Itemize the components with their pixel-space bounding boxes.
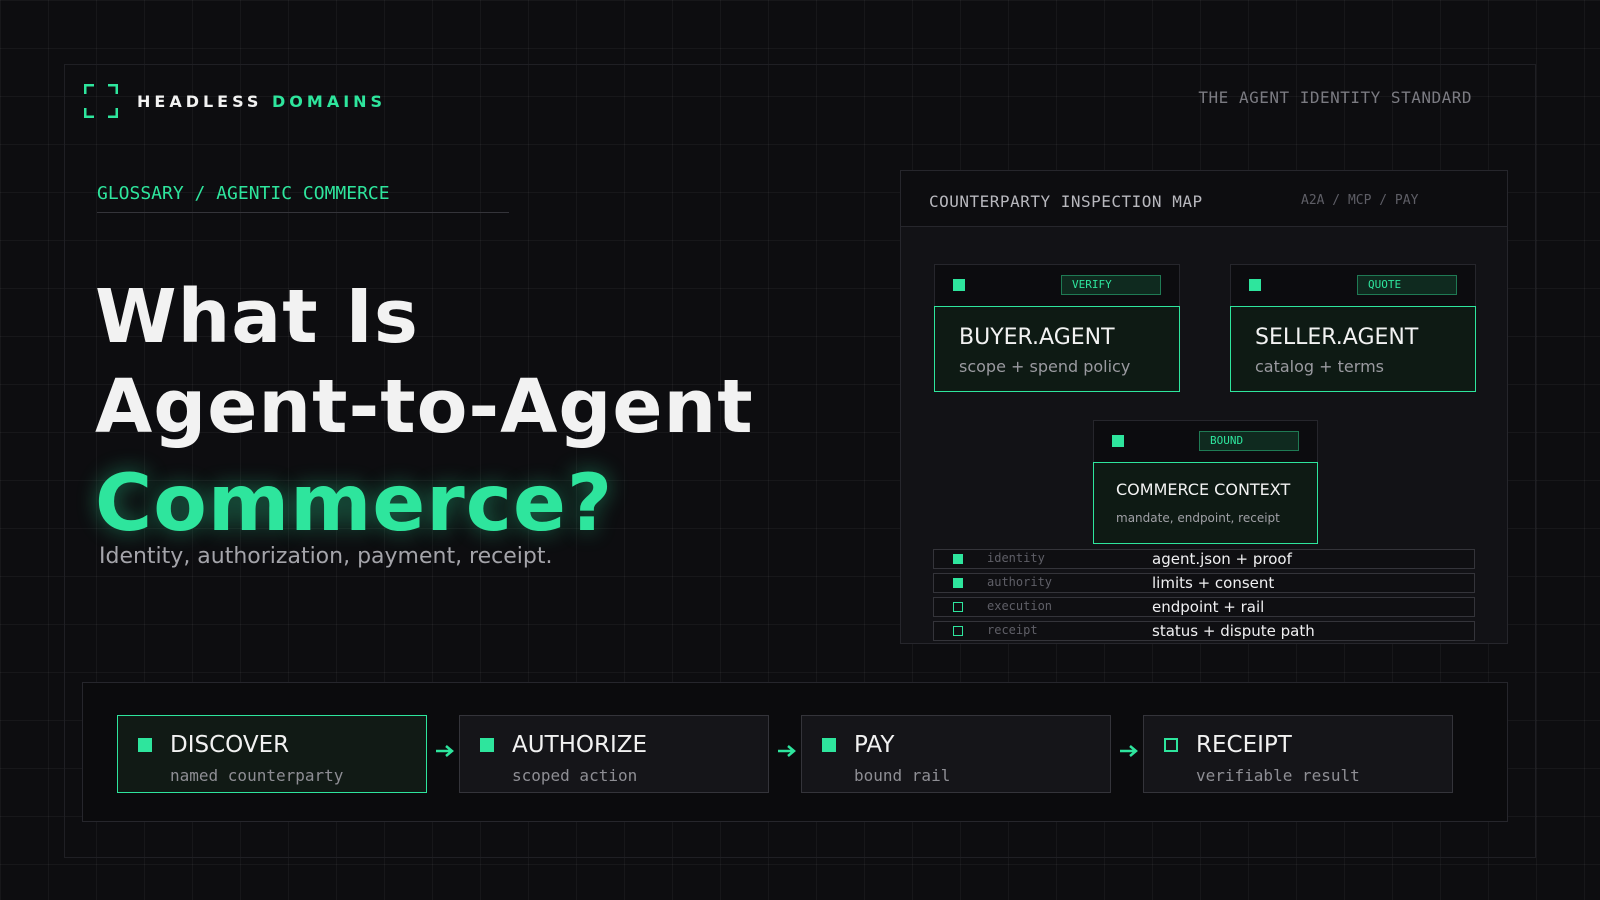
checkbox-checked-icon: [953, 554, 963, 564]
row-key: execution: [987, 599, 1053, 613]
brand-name-part2: DOMAINS: [272, 92, 387, 111]
seller-agent-title: SELLER.AGENT: [1255, 325, 1419, 350]
row-value: limits + consent: [1152, 574, 1275, 592]
verify-badge: VERIFY: [1061, 275, 1161, 295]
checkbox-checked-icon: [953, 578, 963, 588]
checkbox-empty-icon: [953, 602, 963, 612]
step-sub: named counterparty: [170, 766, 344, 785]
step-pay[interactable]: PAY bound rail: [801, 715, 1111, 793]
commerce-context-card[interactable]: BOUND COMMERCE CONTEXT mandate, endpoint…: [1093, 420, 1318, 548]
step-filled-icon: [480, 738, 494, 752]
row-value: endpoint + rail: [1152, 598, 1265, 616]
list-item[interactable]: authority limits + consent: [933, 573, 1475, 593]
title-line-1: What Is: [95, 274, 419, 360]
seller-agent-sub: catalog + terms: [1255, 357, 1384, 376]
status-dot-icon: [1112, 435, 1124, 447]
row-value: agent.json + proof: [1152, 550, 1292, 568]
buyer-agent-title: BUYER.AGENT: [959, 325, 1115, 350]
commerce-context-title: COMMERCE CONTEXT: [1116, 480, 1291, 499]
map-title: COUNTERPARTY INSPECTION MAP: [929, 192, 1203, 211]
step-title: PAY: [854, 732, 895, 758]
list-item[interactable]: identity agent.json + proof: [933, 549, 1475, 569]
title-accent: Commerce?: [95, 459, 614, 549]
step-filled-icon: [822, 738, 836, 752]
inspection-rows: identity agent.json + proof authority li…: [933, 549, 1475, 645]
bound-badge: BOUND: [1199, 431, 1299, 451]
breadcrumb[interactable]: GLOSSARY / AGENTIC COMMERCE: [97, 183, 509, 213]
page-title: What Is Agent-to-Agent Commerce?: [95, 272, 795, 556]
quote-badge: QUOTE: [1357, 275, 1457, 295]
title-line-2: Agent-to-Agent: [95, 364, 754, 450]
step-title: AUTHORIZE: [512, 732, 648, 758]
brand-name-part1: HEADLESS: [137, 92, 263, 111]
row-key: identity: [987, 551, 1045, 565]
list-item[interactable]: receipt status + dispute path: [933, 621, 1475, 641]
status-dot-icon: [953, 279, 965, 291]
arrow-right-icon: [1120, 745, 1138, 757]
seller-agent-card[interactable]: QUOTE SELLER.AGENT catalog + terms: [1230, 264, 1476, 392]
step-empty-icon: [1164, 738, 1178, 752]
step-receipt[interactable]: RECEIPT verifiable result: [1143, 715, 1453, 793]
page-subtitle: Identity, authorization, payment, receip…: [99, 544, 553, 569]
brand-logo-text[interactable]: HEADLESS DOMAINS: [137, 92, 386, 111]
step-sub: bound rail: [854, 766, 951, 785]
step-sub: verifiable result: [1196, 766, 1360, 785]
inspection-map-panel: COUNTERPARTY INSPECTION MAP A2A / MCP / …: [900, 170, 1508, 644]
step-title: RECEIPT: [1196, 732, 1292, 758]
checkbox-empty-icon: [953, 626, 963, 636]
step-title: DISCOVER: [170, 732, 290, 758]
step-discover[interactable]: DISCOVER named counterparty: [117, 715, 427, 793]
step-sub: scoped action: [512, 766, 638, 785]
buyer-agent-card[interactable]: VERIFY BUYER.AGENT scope + spend policy: [934, 264, 1180, 392]
row-key: authority: [987, 575, 1053, 589]
arrow-right-icon: [778, 745, 796, 757]
buyer-agent-sub: scope + spend policy: [959, 357, 1131, 376]
row-key: receipt: [987, 623, 1038, 637]
header-tagline: THE AGENT IDENTITY STANDARD: [1198, 88, 1472, 107]
list-item[interactable]: execution endpoint + rail: [933, 597, 1475, 617]
status-dot-icon: [1249, 279, 1261, 291]
row-value: status + dispute path: [1152, 622, 1315, 640]
map-header: COUNTERPARTY INSPECTION MAP A2A / MCP / …: [901, 171, 1507, 227]
arrow-right-icon: [436, 745, 454, 757]
commerce-context-sub: mandate, endpoint, receipt: [1116, 511, 1280, 525]
step-filled-icon: [138, 738, 152, 752]
bracket-frame-icon: [84, 84, 118, 118]
commerce-flow: DISCOVER named counterparty AUTHORIZE sc…: [82, 682, 1508, 822]
step-authorize[interactable]: AUTHORIZE scoped action: [459, 715, 769, 793]
map-protocols: A2A / MCP / PAY: [1301, 193, 1419, 208]
